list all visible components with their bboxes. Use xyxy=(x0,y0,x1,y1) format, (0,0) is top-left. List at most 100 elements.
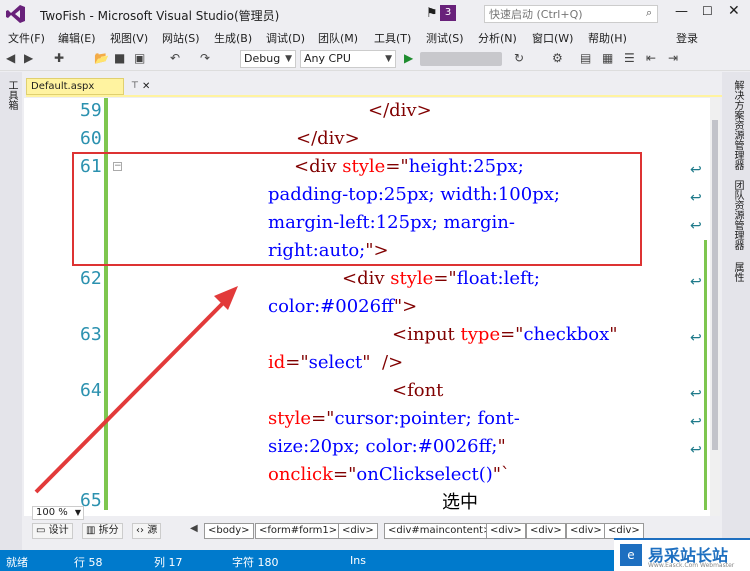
line-number: 60 xyxy=(80,128,102,149)
close-button[interactable]: ✕ xyxy=(728,3,740,19)
zoom-value: 100 % xyxy=(36,507,68,518)
watermark: e 易采站长站 Www.Easck.Com Webmaster xyxy=(614,538,750,571)
forward-icon[interactable]: ▶ xyxy=(24,51,33,65)
word-wrap-glyph-icon: ↩ xyxy=(690,442,702,458)
split-view-button[interactable]: ▥ 拆分 xyxy=(82,523,123,539)
status-ready: 就绪 xyxy=(6,556,28,569)
minimize-button[interactable]: — xyxy=(675,4,688,19)
menu-view[interactable]: 视图(V) xyxy=(110,30,148,46)
properties-tab[interactable]: 属性 xyxy=(730,262,745,282)
breadcrumb-item[interactable]: <div> xyxy=(526,523,566,539)
feedback-flag-icon[interactable]: ⚑ xyxy=(426,6,438,21)
watermark-subtext: Www.Easck.Com Webmaster xyxy=(648,562,735,569)
start-debug-icon[interactable]: ▶ xyxy=(404,51,413,65)
code-line[interactable]: id="select" /> xyxy=(268,352,403,373)
tab-default-aspx[interactable]: Default.aspx ⊤ ✕ xyxy=(26,78,150,95)
menu-window[interactable]: 窗口(W) xyxy=(532,30,573,46)
toolbar: ◀ ▶ ✚ 📂 ■ ▣ ↶ ↷ Debug ▼ Any CPU ▼ ▶ ↻ ⚙ … xyxy=(0,47,750,71)
close-icon[interactable]: ✕ xyxy=(142,79,150,94)
status-char: 字符 180 xyxy=(232,556,279,569)
code-line[interactable]: <div style="float:left; xyxy=(342,268,540,289)
window-title: TwoFish - Microsoft Visual Studio(管理员) xyxy=(40,9,280,23)
solution-explorer-tab[interactable]: 解决方案资源管理器 xyxy=(730,80,745,170)
word-wrap-glyph-icon: ↩ xyxy=(690,190,702,206)
menu-test[interactable]: 测试(S) xyxy=(426,30,464,46)
annotation-highlight-box xyxy=(72,152,642,266)
code-line[interactable]: </div> xyxy=(296,128,360,149)
platform-select[interactable]: Any CPU ▼ xyxy=(300,50,396,68)
notification-badge[interactable]: 3 xyxy=(440,5,456,21)
tool-icon[interactable]: ⇤ xyxy=(646,51,656,65)
source-view-button[interactable]: ‹› 源 xyxy=(132,523,162,539)
menu-debug[interactable]: 调试(D) xyxy=(266,30,305,46)
breadcrumb-item[interactable]: <div#maincontent> xyxy=(384,523,496,539)
code-line[interactable]: </div> xyxy=(368,100,432,121)
menu-bar: 文件(F) 编辑(E) 视图(V) 网站(S) 生成(B) 调试(D) 团队(M… xyxy=(0,28,750,46)
code-line[interactable]: size:20px; color:#0026ff;" xyxy=(268,436,506,457)
menu-website[interactable]: 网站(S) xyxy=(162,30,200,46)
menu-analyze[interactable]: 分析(N) xyxy=(478,30,517,46)
status-mode: Ins xyxy=(350,554,366,567)
crumb-prev-icon[interactable]: ◀ xyxy=(190,523,198,534)
toolbox-tab[interactable]: 工具箱 xyxy=(4,80,19,110)
word-wrap-glyph-icon: ↩ xyxy=(690,414,702,430)
tool-icon[interactable]: ▤ xyxy=(580,51,591,65)
breadcrumb-item[interactable]: <div> xyxy=(338,523,378,539)
save-icon[interactable]: ■ xyxy=(114,51,125,65)
browser-target-blurred[interactable] xyxy=(420,52,502,66)
open-icon[interactable]: 📂 xyxy=(94,51,109,65)
code-line[interactable]: style="cursor:pointer; font- xyxy=(268,408,520,429)
design-view-button[interactable]: ▭ 设计 xyxy=(32,523,73,539)
menu-build[interactable]: 生成(B) xyxy=(214,30,252,46)
title-bar: TwoFish - Microsoft Visual Studio(管理员) ⚑… xyxy=(0,0,750,28)
status-row: 行 58 xyxy=(74,556,103,569)
chevron-down-icon: ▼ xyxy=(385,54,392,64)
quick-launch-input[interactable] xyxy=(484,5,658,23)
platform-value: Any CPU xyxy=(304,52,351,65)
breadcrumb-item[interactable]: <div> xyxy=(486,523,526,539)
code-line[interactable]: 选中 xyxy=(442,488,478,514)
tool-icon[interactable]: ⚙ xyxy=(552,51,563,65)
config-value: Debug xyxy=(244,52,281,65)
refresh-icon[interactable]: ↻ xyxy=(514,51,524,65)
breadcrumb-item[interactable]: <div> xyxy=(566,523,606,539)
code-line[interactable]: <font xyxy=(392,380,443,401)
breadcrumb-item[interactable]: <form#form1> xyxy=(255,523,342,539)
breadcrumb-item[interactable]: <div> xyxy=(604,523,644,539)
chevron-down-icon: ▼ xyxy=(285,54,292,64)
tool-icon[interactable]: ☰ xyxy=(624,51,635,65)
new-project-icon[interactable]: ✚ xyxy=(54,51,64,65)
undo-icon[interactable]: ↶ xyxy=(170,51,180,65)
code-line[interactable]: <input type="checkbox" xyxy=(392,324,618,345)
annotation-arrow-icon xyxy=(34,286,238,494)
menu-team[interactable]: 团队(M) xyxy=(318,30,358,46)
login-link[interactable]: 登录 xyxy=(676,30,698,46)
team-explorer-tab[interactable]: 团队资源管理器 xyxy=(730,180,745,250)
maximize-button[interactable]: ☐ xyxy=(702,4,713,18)
pin-icon[interactable]: ⊤ xyxy=(131,79,139,94)
source-label: 源 xyxy=(147,525,158,536)
code-line[interactable]: onclick="onClickselect()"` xyxy=(268,464,510,485)
zoom-select[interactable]: 100 % ▼ xyxy=(32,506,84,520)
status-col: 列 17 xyxy=(154,556,183,569)
save-all-icon[interactable]: ▣ xyxy=(134,51,145,65)
back-icon[interactable]: ◀ xyxy=(6,51,15,65)
tool-icon[interactable]: ▦ xyxy=(602,51,613,65)
word-wrap-glyph-icon: ↩ xyxy=(690,274,702,290)
visual-studio-logo-icon xyxy=(6,5,25,23)
word-wrap-glyph-icon: ↩ xyxy=(690,218,702,234)
menu-file[interactable]: 文件(F) xyxy=(8,30,45,46)
code-line[interactable]: color:#0026ff"> xyxy=(268,296,417,317)
line-number: 59 xyxy=(80,100,102,121)
menu-edit[interactable]: 编辑(E) xyxy=(58,30,96,46)
breadcrumb-item[interactable]: <body> xyxy=(204,523,254,539)
search-icon: ⌕ xyxy=(646,6,653,19)
split-label: 拆分 xyxy=(98,525,119,536)
scrollbar-thumb[interactable] xyxy=(712,120,718,450)
menu-help[interactable]: 帮助(H) xyxy=(588,30,627,46)
tab-underline xyxy=(26,95,722,97)
menu-tools[interactable]: 工具(T) xyxy=(374,30,411,46)
config-select[interactable]: Debug ▼ xyxy=(240,50,296,68)
tool-icon[interactable]: ⇥ xyxy=(668,51,678,65)
redo-icon[interactable]: ↷ xyxy=(200,51,210,65)
